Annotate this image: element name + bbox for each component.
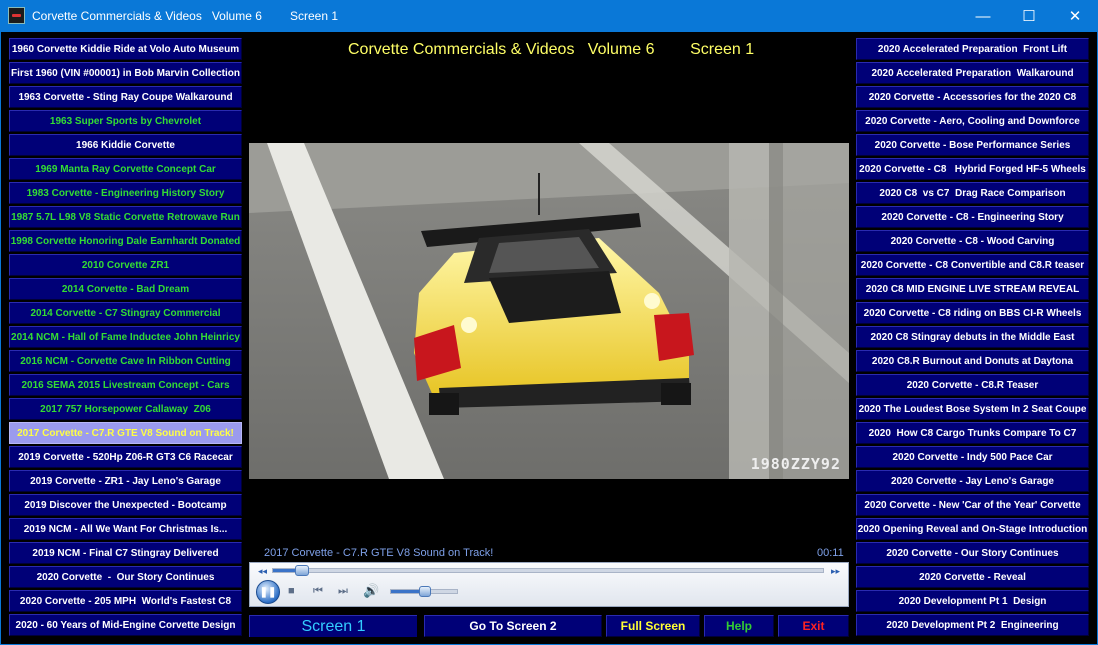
left-video-button[interactable]: 2019 Corvette - ZR1 - Jay Leno's Garage [9,470,242,492]
left-video-button[interactable]: 2019 Discover the Unexpected - Bootcamp [9,494,242,516]
left-video-button[interactable]: 2016 NCM - Corvette Cave In Ribbon Cutti… [9,350,242,372]
stop-button[interactable]: ■ [288,585,295,597]
right-video-button[interactable]: 2020 Development Pt 1 Design [856,590,1089,612]
left-video-button[interactable]: 1983 Corvette - Engineering History Stor… [9,182,242,204]
pause-button[interactable]: ❚❚ [256,580,280,604]
exit-button[interactable]: Exit [778,615,849,637]
page-title: Corvette Commercials & Videos Volume 6 S… [348,41,755,58]
left-video-button[interactable]: 2019 NCM - Final C7 Stingray Delivered [9,542,242,564]
left-video-button[interactable]: 2010 Corvette ZR1 [9,254,242,276]
left-video-button[interactable]: 2016 SEMA 2015 Livestream Concept - Cars [9,374,242,396]
right-video-button[interactable]: 2020 Accelerated Preparation Walkaround [856,62,1089,84]
video-still-image [249,143,849,479]
window-titlebar: Corvette Commercials & Videos Volume 6 S… [0,0,1098,32]
next-button[interactable]: ⏭ [338,585,348,598]
right-video-button[interactable]: 2020 Corvette - C8 riding on BBS CI-R Wh… [856,302,1089,324]
right-video-button[interactable]: 2020 Corvette - Our Story Continues [856,542,1089,564]
right-video-list: 2020 Accelerated Preparation Front Lift 2… [856,38,1089,638]
left-video-button[interactable]: 2014 NCM - Hall of Fame Inductee John He… [9,326,242,348]
left-video-button[interactable]: 2017 Corvette - C7.R GTE V8 Sound on Tra… [9,422,242,444]
right-video-button[interactable]: 2020 Corvette - Aero, Cooling and Downfo… [856,110,1089,132]
seek-bar[interactable] [272,565,824,576]
left-video-list: 1960 Corvette Kiddie Ride at Volo Auto M… [9,38,242,638]
right-video-button[interactable]: 2020 The Loudest Bose System In 2 Seat C… [856,398,1089,420]
volume-slider[interactable] [390,586,458,597]
right-video-button[interactable]: 2020 Opening Reveal and On-Stage Introdu… [856,518,1089,540]
right-video-button[interactable]: 2020 Corvette - C8 Hybrid Forged HF-5 Wh… [856,158,1089,180]
left-video-button[interactable]: 1960 Corvette Kiddie Ride at Volo Auto M… [9,38,242,60]
left-video-button[interactable]: 1969 Manta Ray Corvette Concept Car [9,158,242,180]
help-button[interactable]: Help [704,615,774,637]
left-video-button[interactable]: 2019 NCM - All We Want For Christmas Is.… [9,518,242,540]
right-video-button[interactable]: 2020 Corvette - Jay Leno's Garage [856,470,1089,492]
window-title-screen: Screen 1 [290,9,339,23]
seek-back-icon[interactable]: ◂◂ [258,566,267,577]
close-button[interactable]: ✕ [1052,0,1098,32]
left-video-button[interactable]: 2014 Corvette - Bad Dream [9,278,242,300]
left-video-button[interactable]: 2019 Corvette - 520Hp Z06-R GT3 C6 Racec… [9,446,242,468]
left-video-button[interactable]: 1987 5.7L L98 V8 Static Corvette Retrowa… [9,206,242,228]
seek-thumb[interactable] [294,565,309,576]
right-video-button[interactable]: 2020 C8 vs C7 Drag Race Comparison [856,182,1089,204]
right-video-button[interactable]: 2020 Corvette - New 'Car of the Year' Co… [856,494,1089,516]
right-video-button[interactable]: 2020 Corvette - Reveal [856,566,1089,588]
volume-thumb[interactable] [419,586,431,597]
right-video-button[interactable]: 2020 Corvette - C8 Convertible and C8.R … [856,254,1089,276]
right-video-button[interactable]: 2020 How C8 Cargo Trunks Compare To C7 [856,422,1089,444]
right-video-button[interactable]: 2020 Corvette - C8.R Teaser [856,374,1089,396]
right-video-button[interactable]: 2020 Development Pt 2 Engineering [856,614,1089,636]
left-video-button[interactable]: 1998 Corvette Honoring Dale Earnhardt Do… [9,230,242,252]
left-video-button[interactable]: 1963 Corvette - Sting Ray Coupe Walkarou… [9,86,242,108]
right-video-button[interactable]: 2020 Corvette - Bose Performance Series [856,134,1089,156]
left-video-button[interactable]: 1963 Super Sports by Chevrolet [9,110,242,132]
previous-button[interactable]: ⏮ [313,585,323,598]
right-video-button[interactable]: 2020 Corvette - C8 - Engineering Story [856,206,1089,228]
left-video-button[interactable]: 2020 - 60 Years of Mid-Engine Corvette D… [9,614,242,636]
current-screen-label: Screen 1 [249,615,417,637]
left-video-button[interactable]: 2020 Corvette - 205 MPH World's Fastest … [9,590,242,612]
right-video-button[interactable]: 2020 C8 MID ENGINE LIVE STREAM REVEAL [856,278,1089,300]
seek-forward-icon[interactable]: ▸▸ [831,566,840,577]
left-video-button[interactable]: 1966 Kiddie Corvette [9,134,242,156]
right-video-button[interactable]: 2020 C8.R Burnout and Donuts at Daytona [856,350,1089,372]
left-video-button[interactable]: 2014 Corvette - C7 Stingray Commercial [9,302,242,324]
app-icon [8,7,25,24]
full-screen-button[interactable]: Full Screen [606,615,700,637]
maximize-button[interactable]: ☐ [1006,0,1052,32]
right-video-button[interactable]: 2020 Corvette - C8 - Wood Carving [856,230,1089,252]
right-video-button[interactable]: 2020 C8 Stingray debuts in the Middle Ea… [856,326,1089,348]
right-video-button[interactable]: 2020 Accelerated Preparation Front Lift [856,38,1089,60]
left-video-button[interactable]: First 1960 (VIN #00001) in Bob Marvin Co… [9,62,242,84]
right-video-button[interactable]: 2020 Corvette - Indy 500 Pace Car [856,446,1089,468]
left-video-button[interactable]: 2017 757 Horsepower Callaway Z06 [9,398,242,420]
media-player-controls: ◂◂ ▸▸ ❚❚ ■ ⏮ ⏭ 🔊 [249,562,849,607]
right-video-button[interactable]: 2020 Corvette - Accessories for the 2020… [856,86,1089,108]
video-watermark: 1980ZZY92 [750,455,841,473]
minimize-button[interactable]: — [960,0,1006,32]
goto-screen-2-button[interactable]: Go To Screen 2 [424,615,602,637]
video-frame[interactable]: 1980ZZY92 [249,143,849,479]
now-playing-title: 2017 Corvette - C7.R GTE V8 Sound on Tra… [264,547,494,559]
window-title: Corvette Commercials & Videos Volume 6 [32,9,262,23]
elapsed-time: 00:11 [817,547,844,559]
left-video-button[interactable]: 2020 Corvette - Our Story Continues [9,566,242,588]
volume-icon[interactable]: 🔊 [363,583,379,599]
